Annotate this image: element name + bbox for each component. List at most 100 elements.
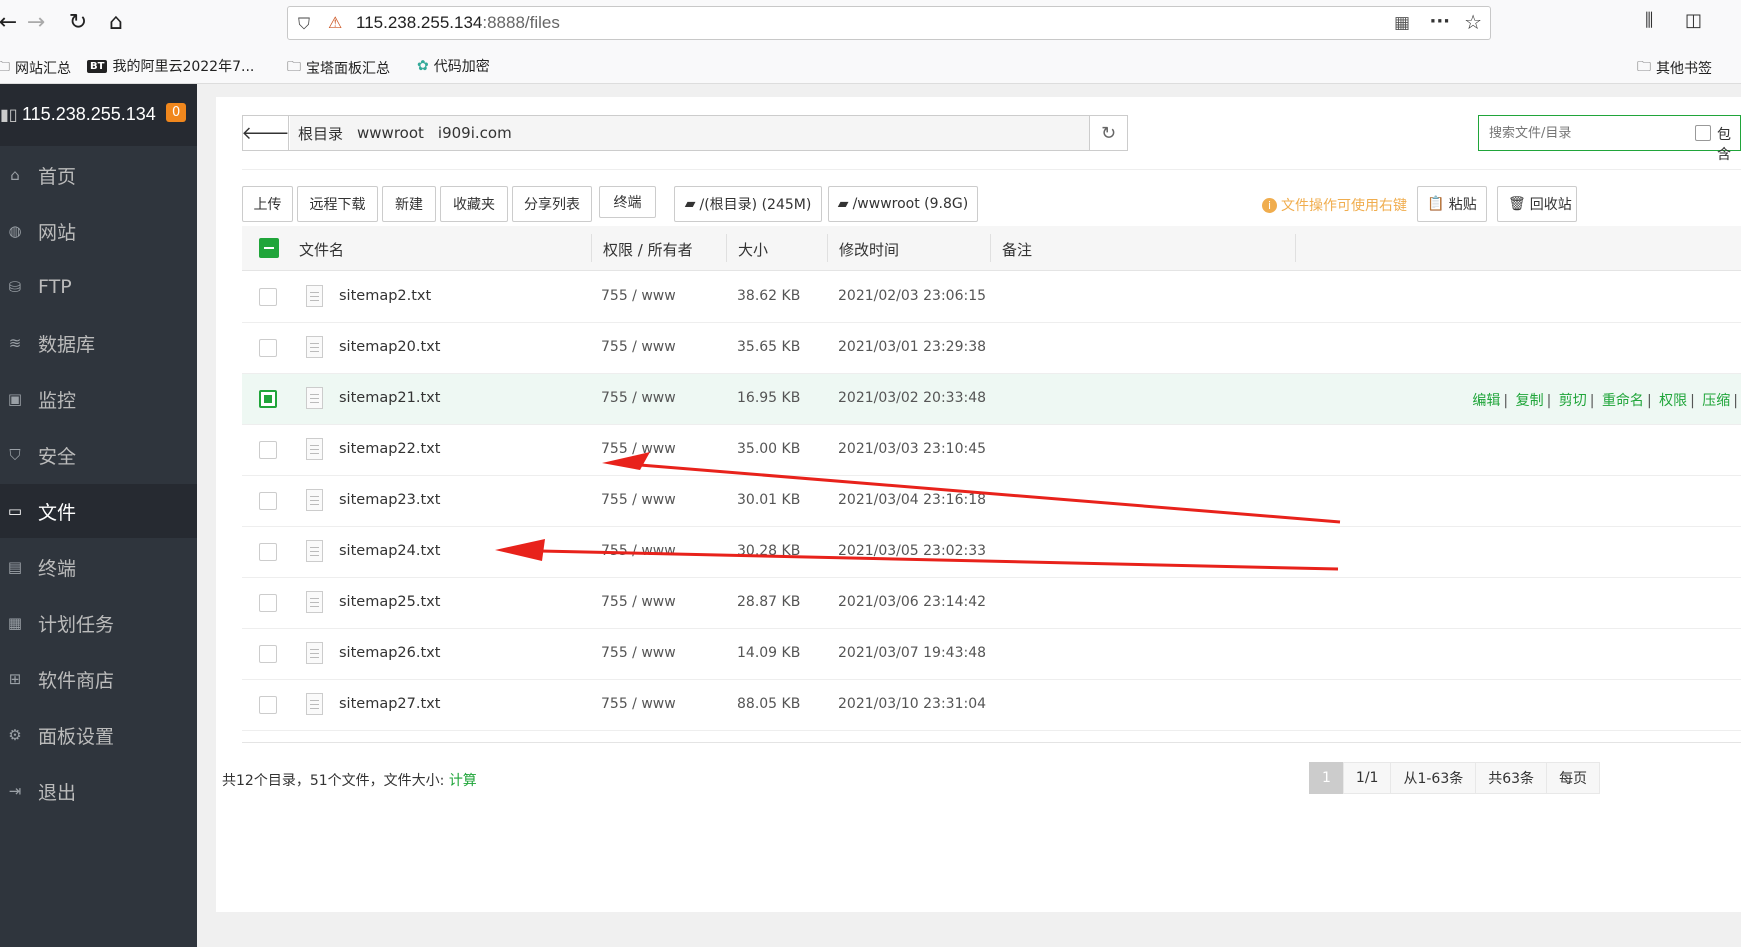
bookmark-item[interactable]: BT 我的阿里云2022年7... <box>87 56 254 76</box>
page-actions-icon[interactable]: ··· <box>1429 11 1450 32</box>
bookmark-item[interactable]: 🗀 网站汇总 <box>0 56 71 80</box>
row-checkbox[interactable] <box>259 441 277 459</box>
file-name[interactable]: sitemap23.txt <box>339 492 440 508</box>
file-perm[interactable]: 755 / www <box>601 594 676 610</box>
qr-code-icon[interactable]: ▦ <box>1394 13 1410 33</box>
notification-badge[interactable]: 0 <box>166 103 187 122</box>
recycle-bin-button[interactable]: 🗑 回收站 <box>1497 186 1577 222</box>
file-perm[interactable]: 755 / www <box>601 645 676 661</box>
action-edit[interactable]: 编辑 <box>1472 393 1500 409</box>
page-size-select[interactable]: 每页 <box>1546 762 1601 794</box>
page-current[interactable]: 1 <box>1309 762 1344 794</box>
upload-button[interactable]: 上传 <box>242 186 293 222</box>
table-row[interactable]: sitemap2.txt 755 / www 38.62 KB 2021/02/… <box>242 272 1741 323</box>
sidebar-item-website[interactable]: ◍ 网站 <box>0 204 197 258</box>
remote-download-button[interactable]: 远程下载 <box>297 186 378 222</box>
sidebar-item-cron[interactable]: ▦ 计划任务 <box>0 596 197 650</box>
breadcrumb-site[interactable]: i909i.com <box>438 124 512 142</box>
bookmark-item[interactable]: 🗀 宝塔面板汇总 <box>287 56 390 80</box>
refresh-icon[interactable]: ↻ <box>1089 116 1127 150</box>
file-name[interactable]: sitemap2.txt <box>339 288 431 304</box>
table-row[interactable]: sitemap20.txt 755 / www 35.65 KB 2021/03… <box>242 323 1741 374</box>
sidebar-item-home[interactable]: ⌂ 首页 <box>0 148 197 202</box>
row-checkbox[interactable] <box>259 492 277 510</box>
action-rename[interactable]: 重命名 <box>1602 393 1644 409</box>
col-name[interactable]: 文件名 <box>299 239 344 260</box>
row-checkbox[interactable] <box>259 288 277 306</box>
row-checkbox[interactable] <box>259 645 277 663</box>
file-perm[interactable]: 755 / www <box>601 288 676 304</box>
bookmark-item[interactable]: ✿ 代码加密 <box>417 56 490 76</box>
table-row-selected[interactable]: sitemap21.txt 755 / www 16.95 KB 2021/03… <box>242 374 1741 425</box>
action-cut[interactable]: 剪切 <box>1559 393 1587 409</box>
sidebar-item-ftp[interactable]: ⛁ FTP <box>0 260 197 314</box>
share-list-button[interactable]: 分享列表 <box>512 186 592 222</box>
reload-icon[interactable]: ↻ <box>64 8 92 36</box>
table-row[interactable]: sitemap27.txt 755 / www 88.05 KB 2021/03… <box>242 680 1741 731</box>
sidebar-item-store[interactable]: ⊞ 软件商店 <box>0 652 197 706</box>
table-row[interactable]: sitemap24.txt 755 / www 30.28 KB 2021/03… <box>242 527 1741 578</box>
file-perm[interactable]: 755 / www <box>601 696 676 712</box>
table-row[interactable]: sitemap22.txt 755 / www 35.00 KB 2021/03… <box>242 425 1741 476</box>
disk-root-button[interactable]: ▰/(根目录) (245M) <box>674 186 822 222</box>
action-copy[interactable]: 复制 <box>1516 393 1544 409</box>
file-perm[interactable]: 755 / www <box>601 441 676 457</box>
paste-button[interactable]: 📋 粘贴 <box>1417 186 1487 222</box>
table-row[interactable]: sitemap25.txt 755 / www 28.87 KB 2021/03… <box>242 578 1741 629</box>
action-compress[interactable]: 压缩 <box>1702 393 1730 409</box>
search-input[interactable] <box>1479 116 1689 150</box>
file-name[interactable]: sitemap27.txt <box>339 696 440 712</box>
sidebar-item-monitor[interactable]: ▣ 监控 <box>0 372 197 426</box>
table-row[interactable]: sitemap23.txt 755 / www 30.01 KB 2021/03… <box>242 476 1741 527</box>
include-subdir-checkbox[interactable] <box>1695 125 1711 141</box>
file-perm[interactable]: 755 / www <box>601 339 676 355</box>
new-button[interactable]: 新建 <box>382 186 436 222</box>
disk-wwwroot-button[interactable]: ▰/wwwroot (9.8G) <box>828 186 978 222</box>
breadcrumb-root[interactable]: 根目录 <box>298 123 343 144</box>
row-checkbox[interactable] <box>259 594 277 612</box>
bookmark-star-icon[interactable]: ☆ <box>1464 10 1482 34</box>
col-mtime[interactable]: 修改时间 <box>839 239 899 260</box>
library-icon[interactable]: ⫼ <box>1645 10 1653 31</box>
file-perm[interactable]: 755 / www <box>601 543 676 559</box>
sidebar-item-database[interactable]: ≋ 数据库 <box>0 316 197 370</box>
row-checkbox[interactable] <box>259 543 277 561</box>
file-perm[interactable]: 755 / www <box>601 390 676 406</box>
sidebar-item-files[interactable]: ▭ 文件 <box>0 484 197 538</box>
sidebar-item-logout[interactable]: ⇥ 退出 <box>0 764 197 818</box>
file-name[interactable]: sitemap26.txt <box>339 645 440 661</box>
terminal-button[interactable]: 终端 <box>599 186 656 218</box>
bookmark-other[interactable]: 🗀 其他书签 <box>1637 56 1712 80</box>
row-checkbox-checked[interactable] <box>259 390 277 408</box>
breadcrumb-wwwroot[interactable]: wwwroot <box>357 124 424 142</box>
file-name[interactable]: sitemap25.txt <box>339 594 440 610</box>
back-arrow-icon[interactable]: 🡐 <box>241 116 290 150</box>
file-name[interactable]: sitemap22.txt <box>339 441 440 457</box>
file-perm[interactable]: 755 / www <box>601 492 676 508</box>
back-icon[interactable]: ← <box>0 8 22 36</box>
sidebar-item-terminal[interactable]: ▤ 终端 <box>0 540 197 594</box>
url-text[interactable]: 115.238.255.134:8888/files <box>356 13 560 33</box>
bookmarks-bar: 🗀 网站汇总 BT 我的阿里云2022年7... 🗀 宝塔面板汇总 ✿ 代码加密 🗀 其他… <box>0 46 1741 84</box>
file-name[interactable]: sitemap24.txt <box>339 543 440 559</box>
row-checkbox[interactable] <box>259 696 277 714</box>
table-row[interactable]: sitemap26.txt 755 / www 14.09 KB 2021/03… <box>242 629 1741 680</box>
file-name[interactable]: sitemap20.txt <box>339 339 440 355</box>
file-size: 35.00 KB <box>737 441 801 457</box>
home-icon[interactable]: ⌂ <box>102 8 130 36</box>
action-permission[interactable]: 权限 <box>1659 393 1687 409</box>
favorites-button[interactable]: 收藏夹 <box>440 186 508 222</box>
row-checkbox[interactable] <box>259 339 277 357</box>
tracking-shield-icon[interactable]: ⛉ <box>298 14 310 34</box>
sidebar-item-security[interactable]: ⛉ 安全 <box>0 428 197 482</box>
calculate-size-link[interactable]: 计算 <box>449 773 477 789</box>
sidebar-toggle-icon[interactable]: ◫ <box>1685 10 1702 31</box>
address-bar[interactable]: ⛉ ⚠ 115.238.255.134:8888/files ▦ ··· ☆ <box>287 6 1491 40</box>
insecure-lock-icon[interactable]: ⚠ <box>328 13 342 32</box>
file-name[interactable]: sitemap21.txt <box>339 390 440 406</box>
col-size[interactable]: 大小 <box>738 239 768 260</box>
col-perm[interactable]: 权限 / 所有者 <box>603 239 693 260</box>
select-all-checkbox[interactable] <box>259 238 279 258</box>
forward-icon[interactable]: → <box>22 8 50 36</box>
sidebar-item-settings[interactable]: ⚙ 面板设置 <box>0 708 197 762</box>
